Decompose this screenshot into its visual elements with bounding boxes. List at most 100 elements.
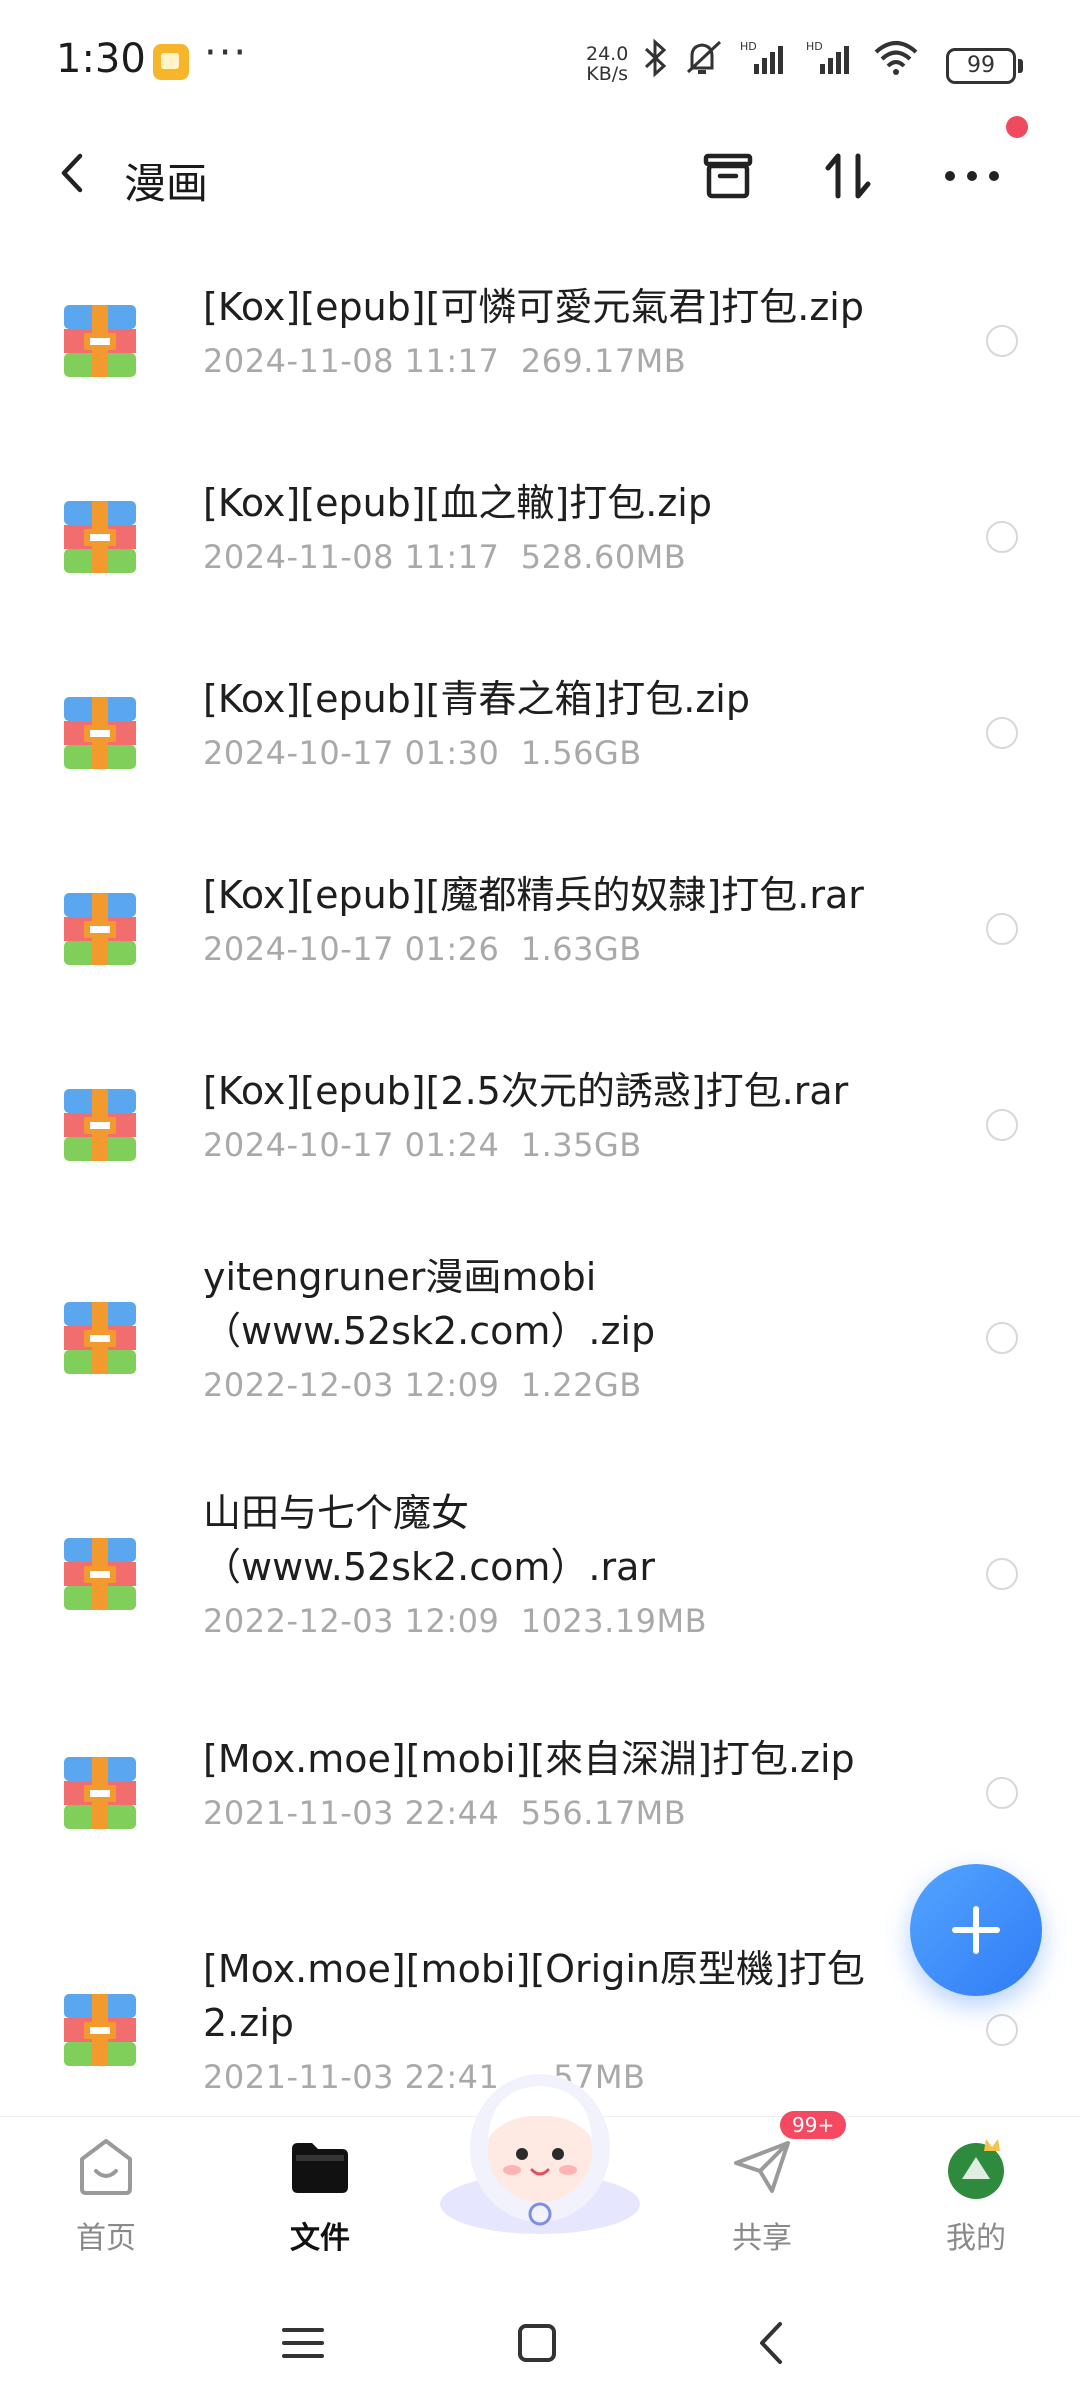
nav-files[interactable]: 文件 [240,2117,400,2261]
archive-file-icon [64,501,136,573]
nav-share-label: 共享 [732,2221,792,2256]
back-button[interactable] [48,148,98,198]
file-text: [Kox][epub][魔都精兵的奴隸]打包.rar 2024-10-17 01:… [203,868,923,968]
file-text: yitengruner漫画mobi （www.52sk2.com）.zip 202… [203,1250,923,1404]
file-meta: 2024-10-17 01:26 1.63GB [203,930,923,968]
file-size: 1.63GB [520,930,642,968]
svg-text:HD: HD [806,40,823,53]
more-options-icon[interactable] [940,144,1004,208]
archive-file-icon [64,697,136,769]
home-button-icon[interactable] [512,2318,562,2368]
file-name: 山田与七个魔女 （www.52sk2.com）.rar [203,1491,656,1589]
network-speed-value: 24.0 [586,43,629,65]
file-name: [Mox.moe][mobi][Origin原型機]打包 2.zip [203,1947,865,2045]
sort-icon[interactable] [816,144,880,208]
signal-2-icon: HD [806,40,849,74]
nav-home-label: 首页 [76,2221,136,2256]
nav-me-label: 我的 [946,2221,1006,2256]
share-badge: 99+ [780,2111,847,2139]
file-date: 2024-11-08 11:17 [203,538,500,576]
file-meta: 2022-12-03 12:09 1023.19MB [203,1602,923,1640]
folder-icon [292,2143,348,2193]
bluetooth-icon [644,38,667,78]
archive-file-icon [64,1994,136,2066]
avatar [948,2139,1004,2199]
home-icon [80,2139,132,2195]
network-speed-unit: KB/s [586,63,629,85]
select-checkbox[interactable] [986,325,1018,357]
file-size: 1.22GB [520,1366,642,1404]
file-name: [Kox][epub][可憐可愛元氣君]打包.zip [203,285,864,329]
file-date: 2022-12-03 12:09 [203,1366,500,1404]
file-text: [Mox.moe][mobi][來自深淵]打包.zip 2021-11-03 22… [203,1732,923,1832]
file-size: 528.60MB [520,538,687,576]
svg-text:HD: HD [740,40,757,53]
file-meta: 2024-10-17 01:30 1.56GB [203,734,923,772]
select-checkbox[interactable] [986,1109,1018,1141]
archive-file-icon [64,1538,136,1610]
select-checkbox[interactable] [986,1558,1018,1590]
file-text: [Kox][epub][血之轍]打包.zip 2024-11-08 11:17 5… [203,476,923,576]
file-size: 1.56GB [520,734,642,772]
file-name: [Kox][epub][血之轍]打包.zip [203,481,712,525]
file-meta: 2024-10-17 01:24 1.35GB [203,1126,923,1164]
archive-file-icon [64,1302,136,1374]
notification-app-icon [153,44,189,80]
file-name: [Kox][epub][2.5次元的誘惑]打包.rar [203,1069,849,1113]
file-name: [Mox.moe][mobi][來自深淵]打包.zip [203,1737,855,1781]
file-text: [Kox][epub][2.5次元的誘惑]打包.rar 2024-10-17 01… [203,1064,923,1164]
mascot-assistant-icon[interactable] [432,2058,648,2238]
recents-icon[interactable] [278,2318,328,2368]
more-notifications-icon: ··· [204,30,249,76]
battery-indicator: 99 [946,48,1023,84]
mute-icon [686,40,722,74]
nav-home[interactable]: 首页 [26,2117,186,2261]
page-title: 漫画 [124,159,209,208]
file-size: 269.17MB [520,342,687,380]
file-name: yitengruner漫画mobi （www.52sk2.com）.zip [203,1255,656,1353]
archive-file-icon [64,1089,136,1161]
archive-file-icon [64,893,136,965]
system-back-icon[interactable] [748,2318,798,2368]
select-checkbox[interactable] [986,2014,1018,2046]
nav-me[interactable]: 我的 [896,2117,1056,2261]
file-name: [Kox][epub][青春之箱]打包.zip [203,677,750,721]
file-text: [Kox][epub][可憐可愛元氣君]打包.zip 2024-11-08 11:… [203,280,923,380]
network-speed: 24.0 KB/s [586,44,628,84]
add-button[interactable] [910,1864,1042,1996]
file-date: 2024-10-17 01:24 [203,1126,500,1164]
select-checkbox[interactable] [986,913,1018,945]
file-date: 2024-11-08 11:17 [203,342,500,380]
archive-file-icon [64,305,136,377]
plus-icon-vertical [973,1906,979,1954]
archive-file-icon [64,1757,136,1829]
select-checkbox[interactable] [986,717,1018,749]
file-size: 556.17MB [520,1794,687,1832]
file-text: 山田与七个魔女 （www.52sk2.com）.rar 2022-12-03 12… [203,1486,923,1640]
nav-share[interactable]: 99+ 共享 [682,2111,847,2261]
nav-files-label: 文件 [290,2221,350,2256]
file-meta: 2024-11-08 11:17 269.17MB [203,342,923,380]
status-icons: HD HD [642,38,920,78]
file-meta: 2024-11-08 11:17 528.60MB [203,538,923,576]
file-meta: 2021-11-03 22:44 556.17MB [203,1794,923,1832]
select-checkbox[interactable] [986,1322,1018,1354]
status-bar: 1:30 ··· 24.0 KB/s HD HD 99 [0,0,1080,120]
wifi-icon [874,41,918,75]
file-date: 2022-12-03 12:09 [203,1602,500,1640]
file-text: [Kox][epub][青春之箱]打包.zip 2024-10-17 01:30 … [203,672,923,772]
file-size: 1.35GB [520,1126,642,1164]
share-icon [734,2141,790,2193]
signal-1-icon: HD [740,40,783,74]
top-app-bar: 漫画 [0,120,1080,230]
file-date: 2021-11-03 22:44 [203,1794,500,1832]
status-time: 1:30 [56,36,146,82]
select-checkbox[interactable] [986,1777,1018,1809]
select-checkbox[interactable] [986,521,1018,553]
notification-dot [1006,116,1028,138]
file-meta: 2022-12-03 12:09 1.22GB [203,1366,923,1404]
file-date: 2024-10-17 01:26 [203,930,500,968]
archive-icon[interactable] [696,144,760,208]
file-name: [Kox][epub][魔都精兵的奴隸]打包.rar [203,873,864,917]
file-size: 1023.19MB [520,1602,708,1640]
